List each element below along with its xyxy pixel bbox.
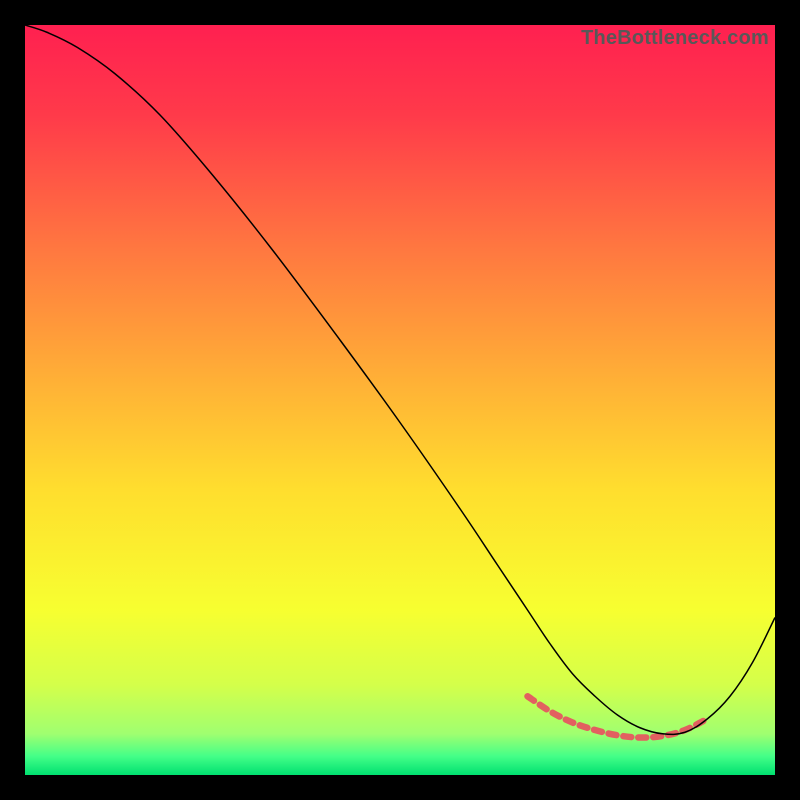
chart-canvas [25, 25, 775, 775]
watermark-text: TheBottleneck.com [581, 27, 769, 50]
plot-area: TheBottleneck.com [25, 25, 775, 775]
chart-frame: TheBottleneck.com [0, 0, 800, 800]
gradient-background [25, 25, 775, 775]
